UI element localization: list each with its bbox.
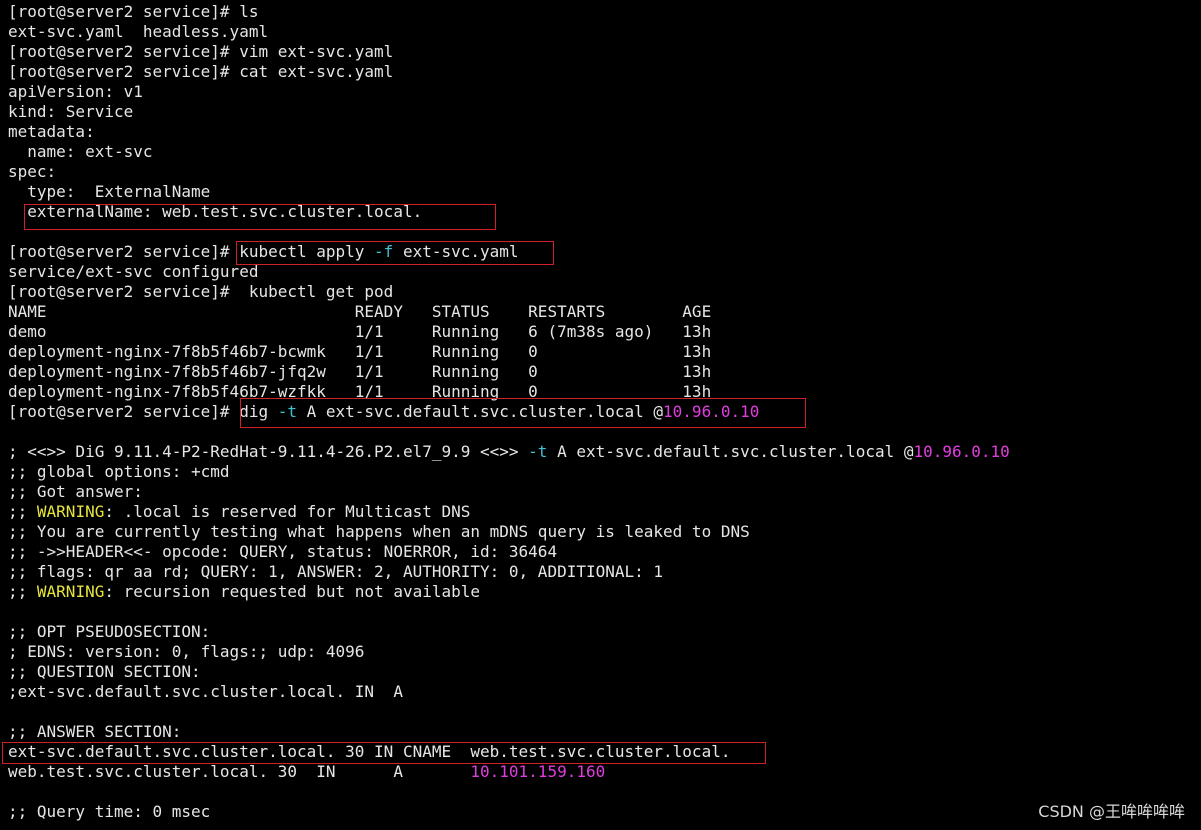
terminal-line: NAME READY STATUS RESTARTS AGE <box>8 302 711 322</box>
csdn-watermark: CSDN @王哞哞哞哞 <box>1038 802 1185 821</box>
terminal-text: ;; You are currently testing what happen… <box>8 522 750 541</box>
terminal-text: deployment-nginx-7f8b5f46b7-wzfkk 1/1 Ru… <box>8 382 712 401</box>
terminal-line: ;; global options: +cmd <box>8 462 230 482</box>
terminal-text: 10.101.159.160 <box>470 762 606 781</box>
terminal-text: demo 1/1 Running 6 (7m38s ago) 13h <box>8 322 712 341</box>
terminal-text: ; EDNS: version: 0, flags:; udp: 4096 <box>8 642 365 661</box>
terminal-text: [root@server2 service]# dig <box>8 402 278 421</box>
terminal-text: deployment-nginx-7f8b5f46b7-jfq2w 1/1 Ru… <box>8 362 712 381</box>
terminal-text: ;; Query time: 0 msec <box>8 802 211 821</box>
terminal-text: externalName: web.test.svc.cluster.local… <box>8 202 423 221</box>
terminal-text: web.test.svc.cluster.local. 30 IN A <box>8 762 471 781</box>
terminal-text: [root@server2 service]# kubectl apply <box>8 242 375 261</box>
terminal-text: -t <box>277 402 297 421</box>
terminal-text: A ext-svc.default.svc.cluster.local @ <box>547 442 914 461</box>
terminal-line: deployment-nginx-7f8b5f46b7-wzfkk 1/1 Ru… <box>8 382 711 402</box>
terminal-text: [root@server2 service]# vim ext-svc.yaml <box>8 42 394 61</box>
terminal-text: ; <<>> DiG 9.11.4-P2-RedHat-9.11.4-26.P2… <box>8 442 529 461</box>
terminal-line: ;; WARNING: .local is reserved for Multi… <box>8 502 470 522</box>
terminal-line: [root@server2 service]# dig -t A ext-svc… <box>8 402 759 422</box>
terminal-text: ;; <box>8 502 37 521</box>
terminal-line: externalName: web.test.svc.cluster.local… <box>8 202 422 222</box>
terminal-line: deployment-nginx-7f8b5f46b7-jfq2w 1/1 Ru… <box>8 362 711 382</box>
terminal-line: kind: Service <box>8 102 133 122</box>
terminal-line: demo 1/1 Running 6 (7m38s ago) 13h <box>8 322 711 342</box>
terminal-line: metadata: <box>8 122 95 142</box>
terminal-line: ext-svc.yaml headless.yaml <box>8 22 268 42</box>
terminal-text: : .local is reserved for Multicast DNS <box>104 502 471 521</box>
terminal-line: ext-svc.default.svc.cluster.local. 30 IN… <box>8 742 730 762</box>
terminal-text: [root@server2 service]# cat ext-svc.yaml <box>8 62 394 81</box>
terminal-text: kind: Service <box>8 102 134 121</box>
terminal-line: ;; OPT PSEUDOSECTION: <box>8 622 210 642</box>
terminal-line: web.test.svc.cluster.local. 30 IN A 10.1… <box>8 762 605 782</box>
terminal-text: ;; ANSWER SECTION: <box>8 722 182 741</box>
terminal-line: ;; QUESTION SECTION: <box>8 662 201 682</box>
terminal-text: ;; flags: qr aa rd; QUERY: 1, ANSWER: 2,… <box>8 562 664 581</box>
terminal-line: apiVersion: v1 <box>8 82 143 102</box>
terminal-text: 10.96.0.10 <box>913 442 1010 461</box>
terminal-line: ;ext-svc.default.svc.cluster.local. IN A <box>8 682 403 702</box>
terminal-line: ;; You are currently testing what happen… <box>8 522 750 542</box>
terminal-text: ;; Got answer: <box>8 482 143 501</box>
terminal-text: ;ext-svc.default.svc.cluster.local. IN A <box>8 682 403 701</box>
terminal-text: ext-svc.default.svc.cluster.local. 30 IN… <box>8 742 731 761</box>
terminal-text: ext-svc.yaml headless.yaml <box>8 22 269 41</box>
terminal-text: ;; OPT PSEUDOSECTION: <box>8 622 211 641</box>
terminal-text: [root@server2 service]# ls <box>8 2 259 21</box>
terminal-line: [root@server2 service]# cat ext-svc.yaml <box>8 62 393 82</box>
terminal-line: service/ext-svc configured <box>8 262 258 282</box>
terminal-line: ; <<>> DiG 9.11.4-P2-RedHat-9.11.4-26.P2… <box>8 442 1010 462</box>
terminal-line: [root@server2 service]# kubectl apply -f… <box>8 242 519 262</box>
terminal-text: -f <box>374 242 394 261</box>
terminal-text: ;; QUESTION SECTION: <box>8 662 201 681</box>
terminal-text: WARNING <box>36 582 105 601</box>
terminal-text: ;; global options: +cmd <box>8 462 230 481</box>
terminal-line: [root@server2 service]# vim ext-svc.yaml <box>8 42 393 62</box>
terminal-line: ;; Got answer: <box>8 482 143 502</box>
terminal-text: A ext-svc.default.svc.cluster.local @ <box>296 402 664 421</box>
terminal-line: name: ext-svc <box>8 142 153 162</box>
terminal-line: ; EDNS: version: 0, flags:; udp: 4096 <box>8 642 364 662</box>
terminal-line: ;; flags: qr aa rd; QUERY: 1, ANSWER: 2,… <box>8 562 663 582</box>
terminal-line: [root@server2 service]# kubectl get pod <box>8 282 393 302</box>
terminal-text: NAME READY STATUS RESTARTS AGE <box>8 302 712 321</box>
terminal-line: [root@server2 service]# ls <box>8 2 258 22</box>
terminal-text: : recursion requested but not available <box>104 582 481 601</box>
terminal-line: ;; ->>HEADER<<- opcode: QUERY, status: N… <box>8 542 557 562</box>
terminal-text: spec: <box>8 162 57 181</box>
terminal-text: ;; ->>HEADER<<- opcode: QUERY, status: N… <box>8 542 558 561</box>
terminal-text: ext-svc.yaml <box>393 242 519 261</box>
terminal-text: [root@server2 service]# kubectl get pod <box>8 282 394 301</box>
terminal-line: ;; WARNING: recursion requested but not … <box>8 582 480 602</box>
terminal-line: deployment-nginx-7f8b5f46b7-bcwmk 1/1 Ru… <box>8 342 711 362</box>
terminal-text: -t <box>528 442 548 461</box>
terminal-window[interactable]: [root@server2 service]# ls ext-svc.yaml h… <box>0 0 1201 830</box>
terminal-line: type: ExternalName <box>8 182 210 202</box>
terminal-text: name: ext-svc <box>8 142 153 161</box>
terminal-text: ;; <box>8 582 37 601</box>
terminal-line: ;; Query time: 0 msec <box>8 802 210 822</box>
terminal-text: service/ext-svc configured <box>8 262 259 281</box>
terminal-text: WARNING <box>36 502 105 521</box>
terminal-text: metadata: <box>8 122 95 141</box>
terminal-text: type: ExternalName <box>8 182 211 201</box>
terminal-text: 10.96.0.10 <box>663 402 760 421</box>
terminal-line: ;; ANSWER SECTION: <box>8 722 181 742</box>
terminal-text: deployment-nginx-7f8b5f46b7-bcwmk 1/1 Ru… <box>8 342 712 361</box>
terminal-text: apiVersion: v1 <box>8 82 143 101</box>
terminal-line: spec: <box>8 162 56 182</box>
